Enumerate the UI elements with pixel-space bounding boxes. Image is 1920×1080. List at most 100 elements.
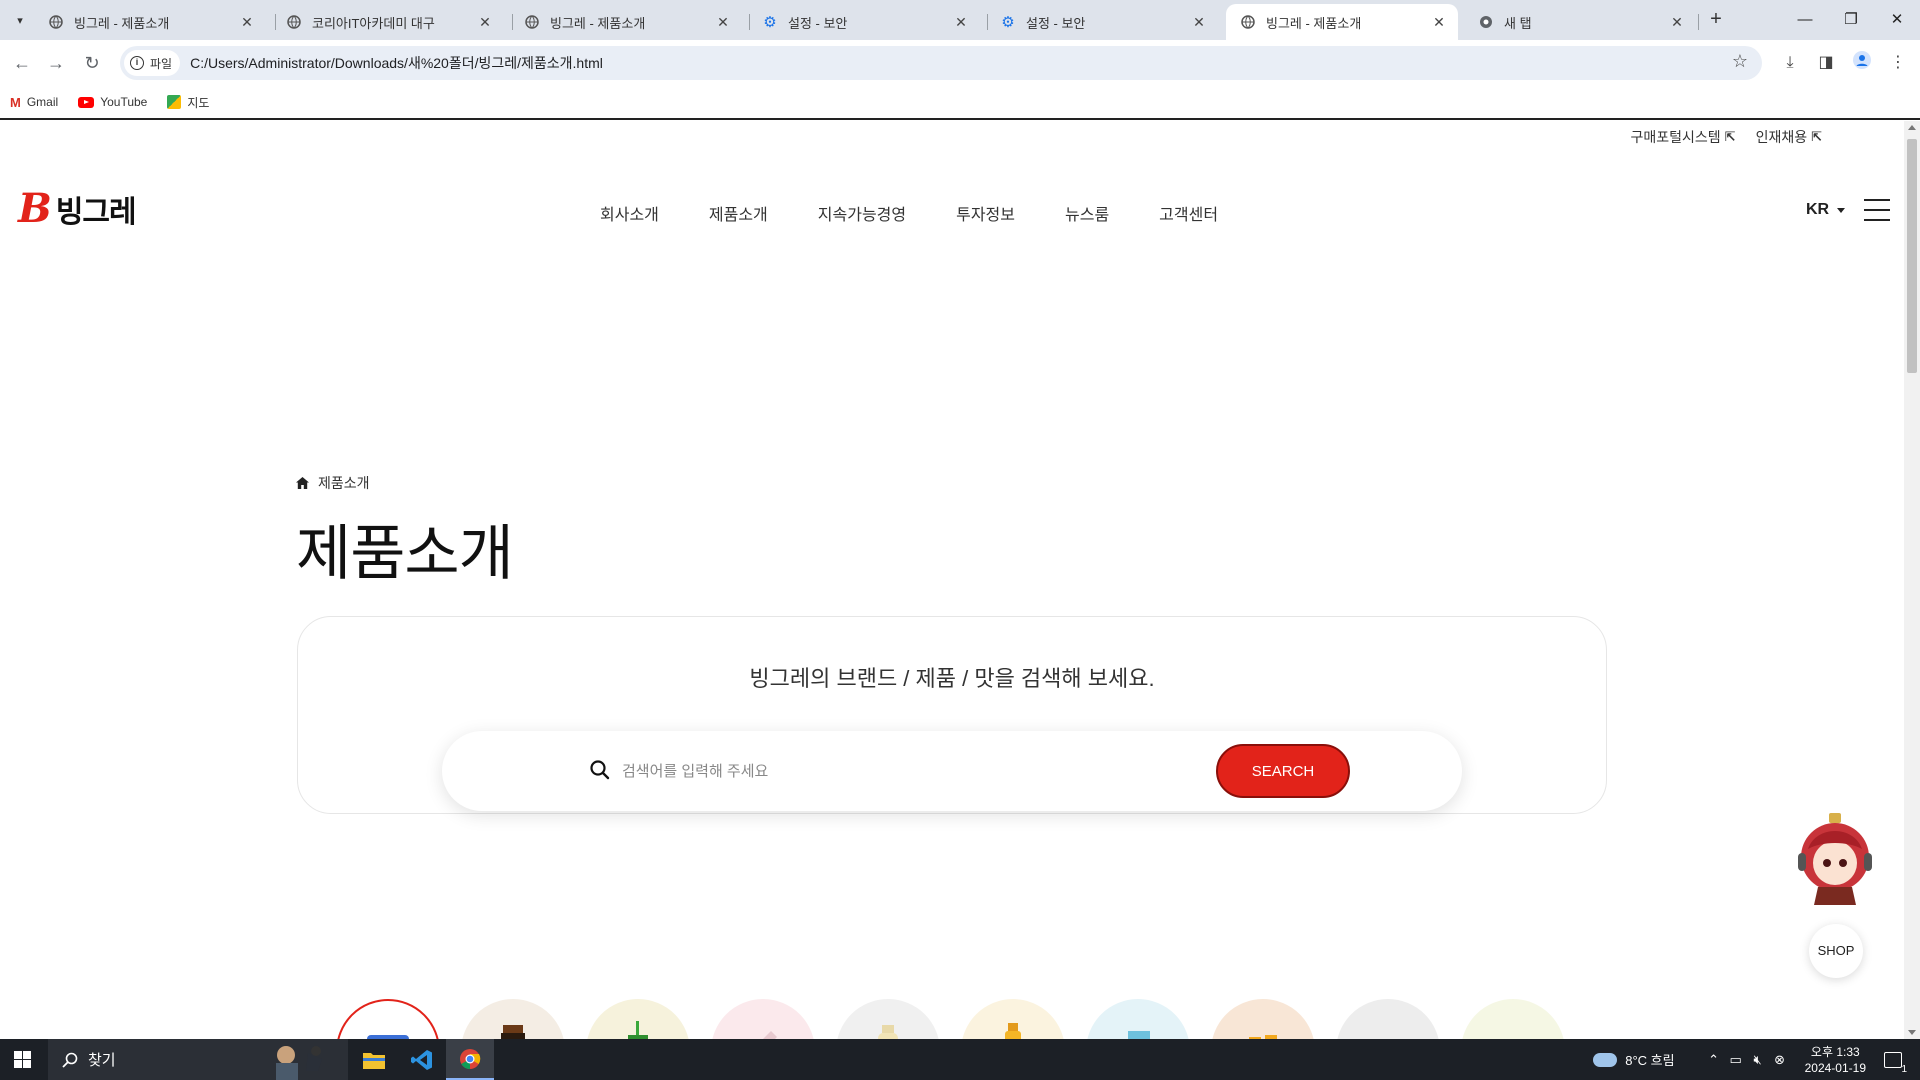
brand-item[interactable] bbox=[961, 999, 1065, 1039]
profile-icon[interactable] bbox=[1850, 51, 1874, 75]
close-tab-icon[interactable]: ✕ bbox=[714, 14, 732, 31]
browser-tab[interactable]: ⚙ 설정 - 보안 ✕ bbox=[748, 4, 980, 40]
back-button[interactable]: ← bbox=[10, 51, 34, 75]
windows-start-icon[interactable] bbox=[14, 1051, 31, 1068]
nav-item-newsroom[interactable]: 뉴스룸 bbox=[1065, 201, 1109, 225]
close-tab-icon[interactable]: ✕ bbox=[1190, 14, 1208, 31]
browser-tab[interactable]: 빙그레 - 제품소개 ✕ bbox=[34, 4, 266, 40]
close-tab-icon[interactable]: ✕ bbox=[238, 14, 256, 31]
search-input[interactable] bbox=[622, 757, 1222, 785]
bookmark-label: Gmail bbox=[26, 95, 59, 109]
chrome-icon bbox=[1478, 14, 1494, 30]
taskbar-search[interactable]: 찾기 bbox=[48, 1039, 348, 1080]
taskbar-chrome[interactable] bbox=[446, 1039, 494, 1080]
close-tab-icon[interactable]: ✕ bbox=[952, 14, 970, 31]
scheme-label: 파일 bbox=[150, 56, 173, 71]
product-image bbox=[1249, 1035, 1277, 1039]
browser-tab[interactable]: 새 탭 ✕ bbox=[1464, 4, 1696, 40]
bookmark-youtube[interactable]: YouTube bbox=[78, 95, 147, 109]
weather-text: 8°C 흐림 bbox=[1625, 1053, 1675, 1068]
bookmark-star-icon[interactable]: ☆ bbox=[1732, 51, 1748, 72]
nav-item-products[interactable]: 제품소개 bbox=[709, 201, 768, 225]
gmail-icon: M bbox=[10, 94, 21, 110]
taskbar-vscode[interactable] bbox=[398, 1039, 446, 1080]
download-icon[interactable]: ⤓ bbox=[1778, 51, 1802, 75]
status-x-icon[interactable]: ⊗ bbox=[1769, 1052, 1791, 1068]
scroll-thumb[interactable] bbox=[1907, 139, 1917, 373]
tab-search-dropdown-icon[interactable]: ▾ bbox=[10, 10, 30, 30]
system-tray: 8°C 흐림 ⌃ ▭ 🔇︎ ⊗ 오후 1:33 2024-01-19 1 bbox=[1593, 1039, 1920, 1080]
bookmark-maps[interactable]: 지도 bbox=[167, 94, 209, 111]
tab-separator bbox=[1698, 14, 1699, 30]
network-icon[interactable]: ▭ bbox=[1725, 1052, 1747, 1068]
weather-widget[interactable]: 8°C 흐림 bbox=[1593, 1050, 1675, 1069]
vscode-icon bbox=[411, 1049, 432, 1070]
url-text[interactable]: C:/Users/Administrator/Downloads/새%20폴더/… bbox=[190, 53, 603, 73]
volume-muted-icon[interactable]: 🔇︎ bbox=[1747, 1052, 1769, 1068]
more-menu-icon[interactable]: ⋮ bbox=[1886, 51, 1910, 75]
brand-item[interactable] bbox=[1461, 999, 1565, 1039]
hamburger-menu-icon[interactable] bbox=[1864, 199, 1890, 221]
brand-item[interactable] bbox=[586, 999, 690, 1039]
close-tab-icon[interactable]: ✕ bbox=[1430, 14, 1448, 31]
brand-item[interactable] bbox=[1211, 999, 1315, 1039]
browser-toolbar: ← → ↻ i 파일 C:/Users/Administrator/Downlo… bbox=[0, 40, 1920, 86]
minimize-button[interactable]: — bbox=[1790, 6, 1820, 34]
restore-button[interactable]: ❐ bbox=[1836, 6, 1866, 34]
breadcrumb: 제품소개 bbox=[296, 473, 370, 493]
language-selector[interactable]: KR bbox=[1806, 201, 1846, 219]
main-nav: 회사소개 제품소개 지속가능경영 투자정보 뉴스룸 고객센터 bbox=[600, 201, 1218, 225]
notification-icon[interactable]: 1 bbox=[1884, 1051, 1907, 1075]
page-title: 제품소개 bbox=[296, 520, 514, 587]
nav-item-investor[interactable]: 투자정보 bbox=[956, 201, 1015, 225]
logo-mark: B bbox=[18, 185, 52, 232]
address-bar[interactable]: i 파일 C:/Users/Administrator/Downloads/새%… bbox=[120, 46, 1762, 80]
close-tab-icon[interactable]: ✕ bbox=[1668, 14, 1686, 31]
close-window-button[interactable]: ✕ bbox=[1882, 6, 1912, 34]
globe-icon bbox=[48, 14, 64, 30]
nav-item-company[interactable]: 회사소개 bbox=[600, 201, 659, 225]
browser-tab[interactable]: 빙그레 - 제품소개 ✕ bbox=[510, 4, 742, 40]
page-scrollbar[interactable] bbox=[1904, 121, 1920, 1039]
product-image bbox=[878, 1025, 898, 1039]
brand-item[interactable] bbox=[1086, 999, 1190, 1039]
scroll-up-arrow[interactable] bbox=[1908, 125, 1916, 130]
tab-title: 설정 - 보안 bbox=[788, 15, 848, 31]
breadcrumb-current[interactable]: 제품소개 bbox=[318, 473, 370, 493]
product-image bbox=[367, 1035, 409, 1039]
bookmark-gmail[interactable]: M Gmail bbox=[10, 95, 58, 110]
brand-item[interactable] bbox=[336, 999, 440, 1039]
page-viewport: 구매포털시스템 ⇱ 인재채용 ⇱ B 빙그레 회사소개 제품소개 지속가능경영 … bbox=[0, 121, 1904, 1039]
search-guide-text: 빙그레의 브랜드 / 제품 / 맛을 검색해 보세요. bbox=[749, 666, 1155, 691]
product-search-panel: 빙그레의 브랜드 / 제품 / 맛을 검색해 보세요. SEARCH bbox=[297, 616, 1607, 814]
home-icon[interactable] bbox=[296, 477, 310, 489]
nav-item-customer-center[interactable]: 고객센터 bbox=[1159, 201, 1218, 225]
site-logo[interactable]: B 빙그레 bbox=[18, 185, 137, 232]
brand-item[interactable] bbox=[461, 999, 565, 1039]
forward-button[interactable]: → bbox=[44, 51, 68, 75]
purchase-portal-link[interactable]: 구매포털시스템 ⇱ bbox=[1630, 127, 1735, 147]
chatbot-mascot[interactable] bbox=[1796, 813, 1874, 905]
taskbar-file-explorer[interactable] bbox=[350, 1039, 398, 1080]
browser-tab[interactable]: ⚙ 설정 - 보안 ✕ bbox=[986, 4, 1218, 40]
scroll-down-arrow[interactable] bbox=[1908, 1030, 1916, 1035]
tab-title: 새 탭 bbox=[1504, 15, 1532, 31]
nav-item-sustainability[interactable]: 지속가능경영 bbox=[818, 201, 906, 225]
brand-item[interactable] bbox=[711, 999, 815, 1039]
product-image bbox=[501, 1025, 525, 1039]
taskbar-clock[interactable]: 오후 1:33 2024-01-19 bbox=[1805, 1044, 1866, 1076]
chevron-up-icon[interactable]: ⌃ bbox=[1703, 1052, 1725, 1068]
site-info-chip[interactable]: i 파일 bbox=[124, 50, 181, 76]
browser-tab[interactable]: 코리아IT아카데미 대구 ✕ bbox=[272, 4, 504, 40]
recruit-link[interactable]: 인재채용 ⇱ bbox=[1756, 127, 1822, 147]
close-tab-icon[interactable]: ✕ bbox=[476, 14, 494, 31]
reload-button[interactable]: ↻ bbox=[80, 51, 104, 75]
side-panel-icon[interactable]: ◨ bbox=[1814, 51, 1838, 75]
browser-tab-active[interactable]: 빙그레 - 제품소개 ✕ bbox=[1226, 4, 1458, 40]
new-tab-button[interactable]: + bbox=[1704, 8, 1728, 32]
brand-item[interactable] bbox=[836, 999, 940, 1039]
globe-icon bbox=[524, 14, 540, 30]
search-button[interactable]: SEARCH bbox=[1216, 744, 1350, 798]
shop-button[interactable]: SHOP bbox=[1809, 924, 1863, 978]
brand-item[interactable] bbox=[1336, 999, 1440, 1039]
